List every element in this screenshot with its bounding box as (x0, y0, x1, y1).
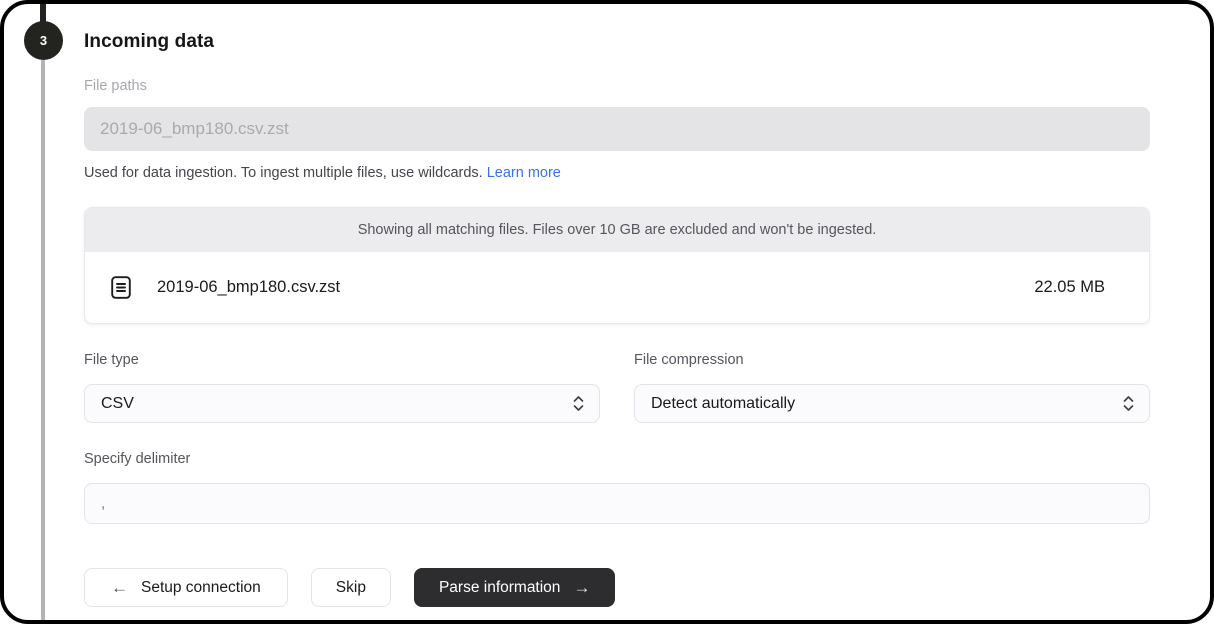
parse-information-button[interactable]: Parse information → (414, 568, 615, 607)
file-type-value: CSV (101, 395, 134, 413)
file-row: 2019-06_bmp180.csv.zst 22.05 MB (85, 252, 1149, 323)
file-type-field: File type CSV (84, 352, 600, 423)
learn-more-link[interactable]: Learn more (487, 165, 561, 181)
setup-connection-button[interactable]: ← Setup connection (84, 568, 288, 607)
chevron-up-down-icon (572, 395, 585, 412)
step-number: 3 (40, 33, 47, 48)
delimiter-input[interactable] (84, 483, 1150, 524)
chevron-up-down-icon (1122, 395, 1135, 412)
file-paths-input (84, 107, 1150, 151)
stepper-line-bottom (41, 60, 45, 620)
step-number-badge: 3 (24, 21, 63, 60)
file-size: 22.05 MB (1034, 278, 1105, 297)
file-paths-helper: Used for data ingestion. To ingest multi… (84, 165, 1150, 182)
file-type-label: File type (84, 352, 600, 369)
file-compression-label: File compression (634, 352, 1150, 369)
file-compression-select[interactable]: Detect automatically (634, 384, 1150, 423)
helper-text: Used for data ingestion. To ingest multi… (84, 165, 487, 181)
file-compression-field: File compression Detect automatically (634, 352, 1150, 423)
setup-connection-label: Setup connection (141, 579, 261, 597)
incoming-data-section: Incoming data File paths Used for data i… (4, 4, 1210, 607)
file-compression-value: Detect automatically (651, 395, 795, 413)
wizard-panel: 3 Incoming data File paths Used for data… (0, 0, 1214, 624)
section-title: Incoming data (84, 30, 1150, 54)
parse-information-label: Parse information (439, 579, 560, 597)
matching-files-banner: Showing all matching files. Files over 1… (85, 208, 1149, 252)
actions-bar: ← Setup connection Skip Parse informatio… (84, 568, 1150, 607)
format-fields-row: File type CSV File compression Detect au… (84, 352, 1150, 423)
file-paths-label: File paths (84, 78, 1150, 95)
file-type-select[interactable]: CSV (84, 384, 600, 423)
file-name: 2019-06_bmp180.csv.zst (157, 278, 340, 297)
file-document-icon (111, 276, 131, 299)
delimiter-label: Specify delimiter (84, 451, 1150, 468)
skip-label: Skip (336, 579, 366, 597)
arrow-left-icon: ← (111, 578, 128, 598)
skip-button[interactable]: Skip (311, 568, 391, 607)
arrow-right-icon: → (573, 578, 590, 598)
matching-files-card: Showing all matching files. Files over 1… (84, 207, 1150, 324)
